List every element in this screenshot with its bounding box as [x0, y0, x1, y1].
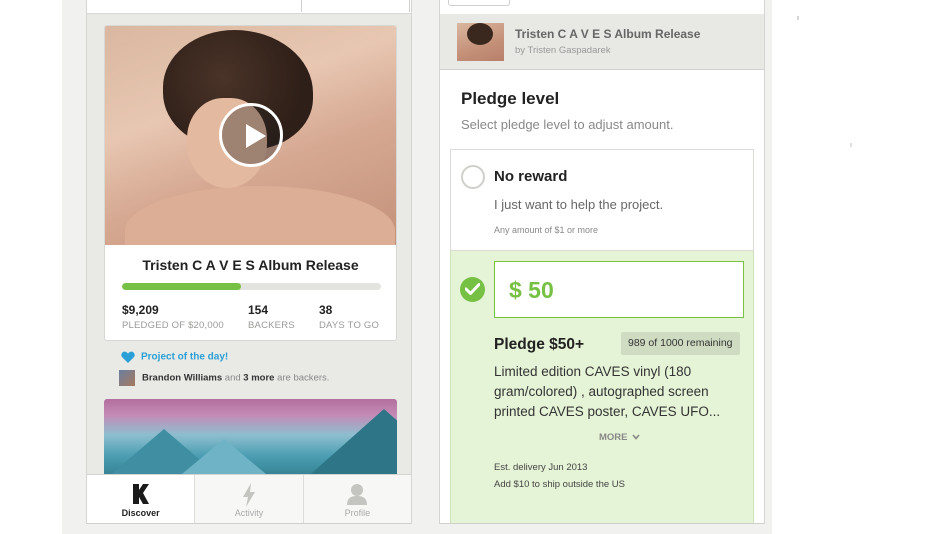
pledge-amount-input[interactable]: $ 50	[494, 261, 744, 318]
stat-label: PLEDGED OF $20,000	[122, 320, 224, 331]
more-label: MORE	[599, 432, 628, 443]
tab-activity[interactable]: Activity	[195, 475, 304, 523]
next-project-thumbnail[interactable]	[104, 399, 397, 479]
stat-backers: 154 BACKERS	[248, 303, 295, 331]
shipping-note: Add $10 to ship outside the US	[494, 479, 625, 490]
thumbnail-figure	[467, 23, 493, 45]
backers-text: and	[222, 372, 244, 384]
tab-label: Profile	[344, 508, 371, 518]
thumbnail-figure	[164, 439, 284, 479]
backers-text: are backers.	[274, 372, 330, 384]
stat-days-to-go: 38 DAYS TO GO	[319, 303, 379, 331]
radio-button[interactable]	[461, 165, 485, 189]
project-video-thumbnail[interactable]	[105, 26, 396, 245]
tab-label: Discover	[121, 508, 160, 518]
lightning-icon	[242, 483, 255, 507]
checkmark-icon	[465, 283, 480, 295]
avatar	[119, 370, 135, 386]
pledge-amount-value: $ 50	[509, 277, 554, 303]
stat-label: BACKERS	[248, 320, 295, 331]
project-card[interactable]: Tristen C A V E S Album Release $9,209 P…	[104, 25, 397, 341]
project-title: Tristen C A V E S Album Release	[142, 257, 359, 273]
project-header: Tristen C A V E S Album Release by Trist…	[440, 14, 764, 70]
divider	[797, 16, 799, 20]
stat-value: 154	[248, 303, 269, 317]
top-bar-divider	[409, 0, 411, 12]
option-note: Any amount of $1 or more	[494, 225, 599, 235]
bottom-tab-bar: Discover Activity Profile	[87, 474, 411, 523]
pledge-option-no-reward[interactable]: No reward I just want to help the projec…	[450, 149, 754, 251]
play-icon	[246, 124, 266, 148]
stat-pledged: $9,209 PLEDGED OF $20,000	[122, 303, 224, 331]
project-thumbnail	[457, 23, 504, 61]
stat-value: $9,209	[122, 303, 159, 317]
thumbnail-figure	[294, 409, 397, 479]
backer-name: Brandon Williams	[142, 372, 223, 384]
pledge-screen: Tristen C A V E S Album Release by Trist…	[439, 0, 765, 524]
more-link[interactable]: MORE	[599, 432, 640, 443]
reward-description: Limited edition CAVES vinyl (180 gram/co…	[494, 364, 721, 419]
remaining-badge: 989 of 1000 remaining	[621, 332, 740, 355]
funding-progress-fill	[122, 283, 242, 290]
tab-label: Activity	[234, 508, 264, 518]
tab-profile[interactable]: Profile	[304, 475, 411, 523]
backers-count: 3 more	[243, 372, 275, 384]
friend-backers-note[interactable]: Brandon Williams and 3 more are backers.	[119, 370, 329, 386]
divider	[850, 143, 852, 147]
top-bar-divider	[301, 0, 321, 12]
option-title: No reward	[494, 168, 568, 185]
person-icon	[347, 484, 368, 505]
project-header-title: Tristen C A V E S Album Release	[515, 27, 701, 41]
page-title: Pledge level	[461, 89, 560, 108]
project-of-the-day-label: Project of the day!	[141, 351, 229, 363]
heart-icon	[121, 351, 135, 363]
stat-label: DAYS TO GO	[319, 320, 380, 331]
chevron-down-icon	[632, 434, 640, 441]
estimated-delivery: Est. delivery Jun 2013	[494, 462, 588, 473]
play-button[interactable]	[219, 103, 283, 167]
app-screenshot-composite: Tristen C A V E S Album Release $9,209 P…	[0, 0, 950, 534]
top-bar	[87, 0, 411, 14]
thumbnail-figure	[125, 186, 395, 245]
option-description: I just want to help the project.	[494, 197, 664, 212]
project-of-the-day[interactable]: Project of the day!	[121, 351, 228, 365]
pledge-option-selected[interactable]: $ 50 Pledge $50+ 989 of 1000 remaining L…	[450, 251, 754, 523]
funding-progress-bar	[122, 283, 381, 290]
reward-title: Pledge $50+	[494, 336, 585, 353]
page-subtitle: Select pledge level to adjust amount.	[461, 117, 674, 132]
stat-value: 38	[319, 303, 333, 317]
back-button[interactable]	[448, 0, 510, 6]
tab-discover[interactable]: Discover	[87, 475, 196, 523]
selected-check[interactable]	[460, 277, 485, 302]
kickstarter-k-icon	[132, 484, 149, 504]
project-creator: by Tristen Gaspadarek	[515, 45, 611, 56]
discover-screen: Tristen C A V E S Album Release $9,209 P…	[86, 0, 412, 524]
